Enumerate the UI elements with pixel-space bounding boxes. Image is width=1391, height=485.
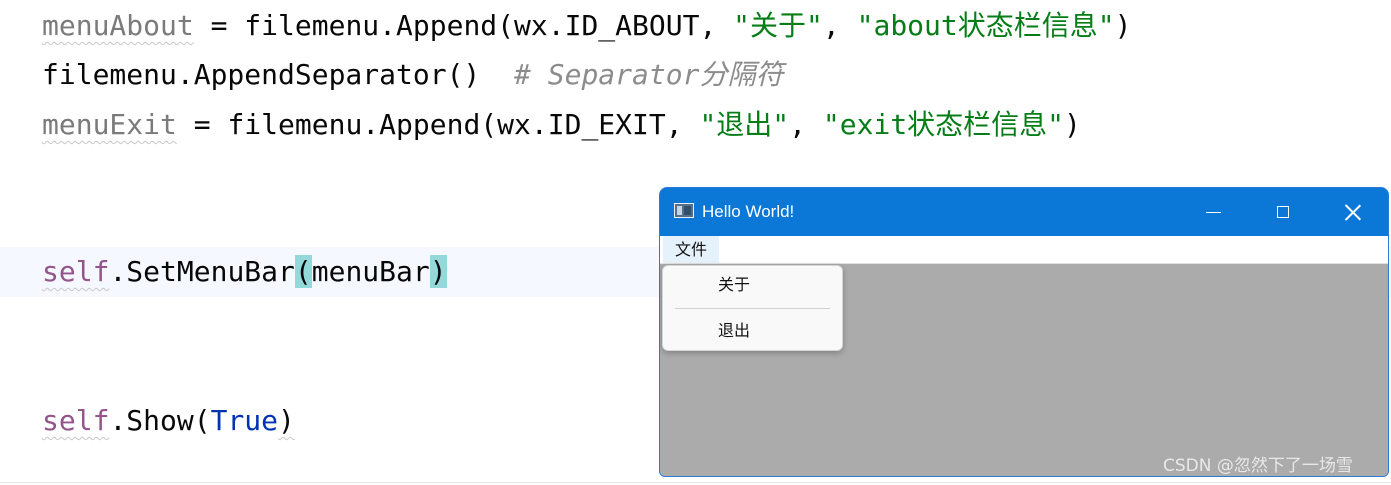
window-titlebar[interactable]: Hello World! (660, 188, 1388, 236)
string-about: "关于" (733, 9, 823, 42)
menu-separator (675, 308, 830, 309)
close-paren: ) (278, 404, 295, 437)
assign-op: = (176, 108, 228, 141)
append-call: filemenu.Append(wx.ID_ABOUT, (244, 9, 734, 42)
menu-file[interactable]: 文件 (663, 236, 719, 263)
close-paren: ) (1064, 108, 1081, 141)
close-paren: ) (1114, 9, 1132, 42)
assign-op: = (193, 9, 245, 42)
var-menu-exit: menuExit (42, 108, 177, 141)
code-line-3[interactable]: menuExit = filemenu.Append(wx.ID_EXIT, "… (42, 103, 1081, 147)
code-line-2[interactable]: filemenu.AppendSeparator() # Separator分隔… (42, 53, 783, 97)
true-keyword: True (210, 404, 279, 437)
code-line-4[interactable]: self.SetMenuBar(menuBar) (42, 250, 447, 294)
close-paren-highlight: ) (429, 255, 447, 288)
string-exit: "退出" (699, 108, 790, 141)
arg-separator: , (822, 9, 857, 42)
menu-item-about[interactable]: 关于 (663, 266, 842, 304)
comment-separator: # Separator分隔符 (514, 58, 784, 91)
code-line-5[interactable]: self.Show(True) (42, 399, 295, 443)
minimize-icon (1205, 211, 1221, 213)
close-icon (1345, 204, 1361, 220)
set-menubar-method: .SetMenuBar (109, 255, 295, 288)
string-about-status: "about状态栏信息" (856, 9, 1115, 42)
hello-world-window[interactable]: Hello World! 文件 关于 退出 (659, 187, 1389, 477)
minimize-button[interactable] (1178, 188, 1248, 236)
maximize-icon (1277, 206, 1289, 218)
close-button[interactable] (1318, 188, 1388, 236)
maximize-button[interactable] (1248, 188, 1318, 236)
append-call: filemenu.Append(wx.ID_EXIT, (227, 108, 700, 141)
string-exit-status: "exit状态栏信息" (822, 108, 1065, 141)
csdn-watermark: CSDN @忽然下了一场雪 (1163, 456, 1353, 476)
var-menu-about: menuAbout (42, 9, 194, 42)
show-method: .Show( (109, 404, 211, 437)
editor-bottom-border (0, 482, 1391, 483)
app-window-icon (674, 203, 694, 218)
self-keyword: self (42, 404, 110, 437)
file-dropdown-menu: 关于 退出 (662, 265, 843, 351)
menu-item-exit[interactable]: 退出 (663, 312, 842, 350)
menu-bar: 文件 (660, 236, 1388, 264)
arg-menubar: menuBar (311, 255, 430, 288)
code-line-1[interactable]: menuAbout = filemenu.Append(wx.ID_ABOUT,… (42, 4, 1131, 48)
arg-separator: , (789, 108, 823, 141)
window-title: Hello World! (702, 202, 795, 221)
self-keyword: self (42, 255, 110, 288)
append-separator-call: filemenu.AppendSeparator() (42, 58, 481, 91)
open-paren-highlight: ( (294, 255, 312, 288)
